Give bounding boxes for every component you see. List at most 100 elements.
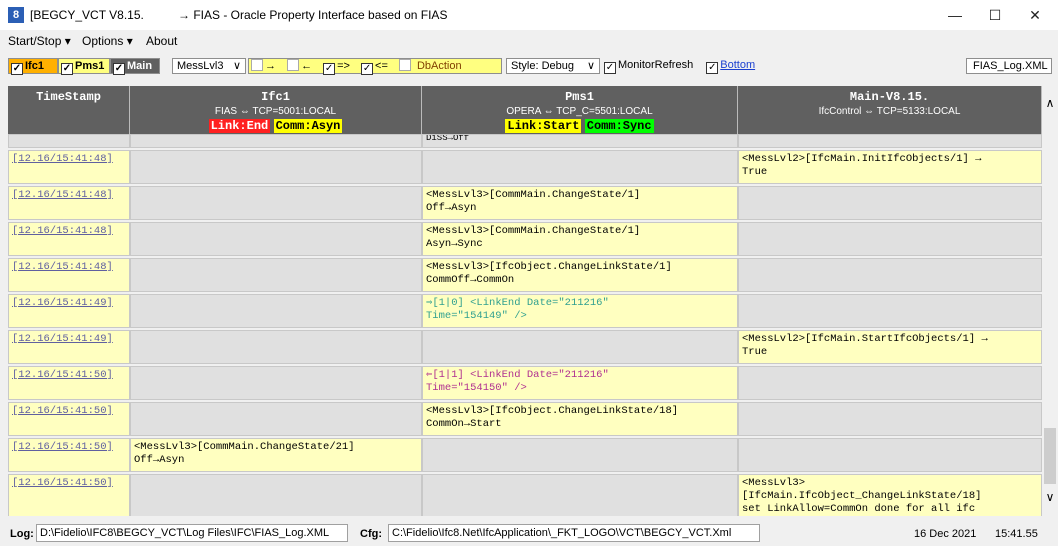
log-cell: <MessLvl3>[CommMain.ChangeState/21] Off→… <box>130 438 422 472</box>
table-row[interactable]: [12.16/15:41:50] <MessLvl3> [IfcMain.IfcO… <box>8 474 1042 516</box>
column-subtitle: IfcControl ⇔ TCP=5133:LOCAL <box>818 106 961 117</box>
timestamp-link[interactable]: [12.16/15:41:48] <box>8 258 130 292</box>
scroll-up-icon[interactable]: ∧ <box>1042 96 1058 110</box>
logfile-button[interactable]: FIAS_Log.XML <box>966 58 1052 74</box>
header-pms1: Pms1 OPERA ⇔ TCP_C=5501:LOCAL Link:Start… <box>422 86 738 134</box>
double-right-checkbox[interactable]: ✓ <box>323 63 336 75</box>
minimize-button[interactable]: — <box>935 4 975 26</box>
menu-start-stop[interactable]: Start/Stop ▾ <box>8 34 71 48</box>
log-cell: <MessLvl3>[IfcObject.ChangeLinkState/18]… <box>422 402 738 436</box>
log-cell <box>738 134 1042 148</box>
direction-filter-group: → ← ✓ => ✓ <= DbAction <box>248 58 502 75</box>
table-row[interactable]: [12.16/15:41:48] <MessLvl3>[CommMain.Chan… <box>8 222 1042 256</box>
double-left-checkbox[interactable]: ✓ <box>361 63 374 75</box>
style-select[interactable]: Style: Debug ∨ <box>506 58 600 74</box>
log-cell <box>130 258 422 292</box>
column-title: Main-V8.15. <box>849 90 930 104</box>
log-label: Log: <box>10 528 34 540</box>
status-badge: Link:End <box>208 119 271 133</box>
table-row[interactable]: [12.16/15:41:50] <MessLvl3>[CommMain.Chan… <box>8 438 1042 472</box>
log-cell <box>738 294 1042 328</box>
log-cell <box>422 438 738 472</box>
messlvl-select[interactable]: MessLvl3 ∨ <box>172 58 246 74</box>
arrow-left-checkbox[interactable] <box>287 59 300 71</box>
status-badges: Link:End Comm:Asyn <box>130 117 421 133</box>
log-cell <box>130 134 422 148</box>
chevron-down-icon: ∨ <box>232 60 241 72</box>
timestamp-link[interactable]: [12.16/15:41:50] <box>8 402 130 436</box>
log-cell <box>130 150 422 184</box>
table-row[interactable]: [12.16/15:41:50] <MessLvl3>[IfcObject.Cha… <box>8 402 1042 436</box>
timestamp-link[interactable]: [12.16/15:41:50] <box>8 438 130 472</box>
table-row[interactable]: [12.16/15:41:48] <MessLvl2>[IfcMain.InitI… <box>8 150 1042 184</box>
bottom-link[interactable]: Bottom <box>720 59 755 71</box>
vertical-scrollbar[interactable]: ∧ ∨ <box>1042 86 1058 516</box>
maximize-button[interactable]: ☐ <box>975 4 1015 26</box>
table-row[interactable]: DiSS→Off <box>8 134 1042 148</box>
log-cell <box>738 402 1042 436</box>
status-badge: Comm:Asyn <box>273 119 343 133</box>
title-bar: 8 [BEGCY_VCT V8.15. → FIAS - Oracle Prop… <box>0 0 1058 30</box>
status-bar: Log: D:\Fidelio\IFC8\BEGCY_VCT\Log Files… <box>0 520 1058 546</box>
arrow-right-checkbox[interactable] <box>251 59 263 71</box>
app-icon: 8 <box>8 7 24 23</box>
table-row[interactable]: [12.16/15:41:48] <MessLvl3>[IfcObject.Cha… <box>8 258 1042 292</box>
cfg-path-field[interactable]: C:\Fidelio\Ifc8.Net\IfcApplication\_FKT_… <box>388 524 760 542</box>
log-cell <box>422 150 738 184</box>
timestamp-link[interactable]: [12.16/15:41:48] <box>8 186 130 220</box>
timestamp-link[interactable]: [12.16/15:41:50] <box>8 366 130 400</box>
log-cell <box>738 186 1042 220</box>
log-cell: ⇐[1|1] <LinkEnd Date="211216" Time="1541… <box>422 366 738 400</box>
menu-about[interactable]: About <box>146 34 177 48</box>
table-row[interactable]: [12.16/15:41:50] ⇐[1|1] <LinkEnd Date="21… <box>8 366 1042 400</box>
timestamp-link[interactable]: [12.16/15:41:49] <box>8 294 130 328</box>
column-title: TimeStamp <box>36 90 101 104</box>
status-time: 15:41.55 <box>995 528 1038 540</box>
table-row[interactable]: [12.16/15:41:48] <MessLvl3>[CommMain.Chan… <box>8 186 1042 220</box>
bottom-checkbox[interactable]: ✓ <box>706 62 719 74</box>
log-cell <box>130 330 422 364</box>
menu-options[interactable]: Options ▾ <box>82 34 133 48</box>
header-ifc1: Ifc1 FIAS ⇔ TCP=5001:LOCAL Link:End Comm… <box>130 86 422 134</box>
table-row[interactable]: [12.16/15:41:49] ⇒[1|0] <LinkEnd Date="21… <box>8 294 1042 328</box>
window-subtitle: → FIAS - Oracle Property Interface based… <box>178 8 448 22</box>
log-cell: <MessLvl3> [IfcMain.IfcObject_ChangeLink… <box>738 474 1042 516</box>
status-date: 16 Dec 2021 <box>914 528 977 540</box>
header-main: Main-V8.15. IfcControl ⇔ TCP=5133:LOCAL <box>738 86 1042 134</box>
table-row[interactable]: [12.16/15:41:49] <MessLvl2>[IfcMain.Start… <box>8 330 1042 364</box>
log-cell: <MessLvl3>[CommMain.ChangeState/1] Asyn→… <box>422 222 738 256</box>
timestamp-link[interactable]: [12.16/15:41:49] <box>8 330 130 364</box>
check-icon: ✓ <box>11 63 23 75</box>
close-button[interactable]: ✕ <box>1015 4 1055 26</box>
log-cell: <MessLvl3>[CommMain.ChangeState/1] Off→A… <box>422 186 738 220</box>
timestamp-link[interactable] <box>8 134 130 148</box>
log-cell <box>738 222 1042 256</box>
log-cell <box>130 186 422 220</box>
timestamp-link[interactable]: [12.16/15:41:50] <box>8 474 130 516</box>
dbaction-checkbox[interactable] <box>398 59 411 71</box>
check-icon: ✓ <box>61 63 73 75</box>
timestamp-link[interactable]: [12.16/15:41:48] <box>8 150 130 184</box>
column-subtitle: FIAS ⇔ TCP=5001:LOCAL <box>214 106 337 117</box>
log-cell <box>738 366 1042 400</box>
monitor-refresh-toggle[interactable]: ✓ MonitorRefresh ✓ Bottom <box>602 58 764 74</box>
main-toggle[interactable]: ✓ Main <box>110 58 160 75</box>
scroll-down-icon[interactable]: ∨ <box>1042 490 1058 504</box>
header-timestamp: TimeStamp <box>8 86 130 134</box>
log-cell: <MessLvl2>[IfcMain.StartIfcObjects/1] → … <box>738 330 1042 364</box>
log-cell: DiSS→Off <box>422 134 738 148</box>
ifc1-toggle[interactable]: ✓ Ifc1 <box>8 58 58 75</box>
log-cell: ⇒[1|0] <LinkEnd Date="211216" Time="1541… <box>422 294 738 328</box>
scroll-thumb[interactable] <box>1044 428 1056 484</box>
log-cell <box>422 330 738 364</box>
log-cell <box>422 474 738 516</box>
log-cell <box>130 294 422 328</box>
pms1-toggle[interactable]: ✓ Pms1 <box>58 58 110 75</box>
status-badge: Link:Start <box>505 119 582 133</box>
log-cell: <MessLvl2>[IfcMain.InitIfcObjects/1] → T… <box>738 150 1042 184</box>
check-icon: ✓ <box>113 63 125 75</box>
status-badges: Link:Start Comm:Sync <box>422 117 737 133</box>
timestamp-link[interactable]: [12.16/15:41:48] <box>8 222 130 256</box>
log-path-field[interactable]: D:\Fidelio\IFC8\BEGCY_VCT\Log Files\IFC\… <box>36 524 348 542</box>
log-grid[interactable]: DiSS→Off [12.16/15:41:48] <MessLvl2>[IfcMa… <box>8 134 1042 516</box>
